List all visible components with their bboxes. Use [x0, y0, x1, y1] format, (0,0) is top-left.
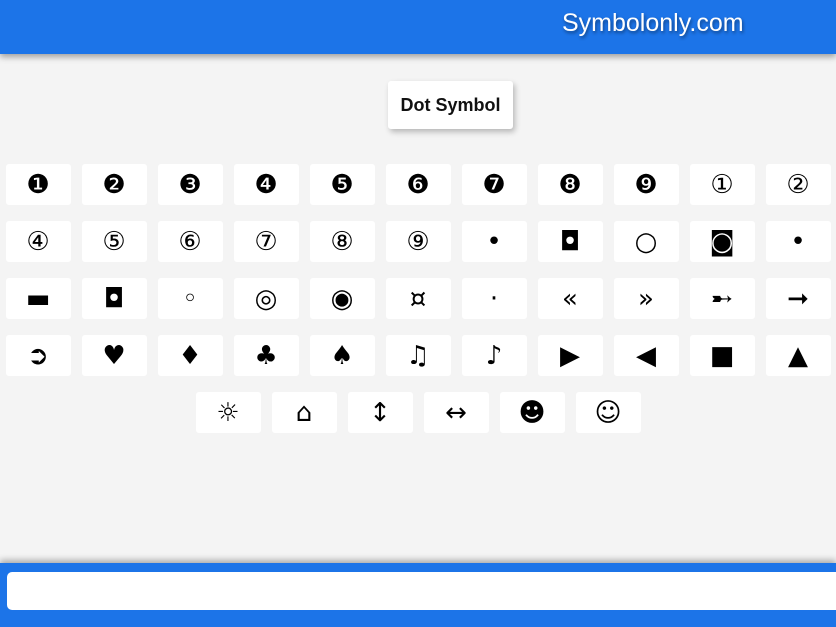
- bottom-bar: [0, 563, 836, 627]
- symbol-button[interactable]: ❾: [613, 164, 679, 205]
- symbol-button[interactable]: ○: [613, 221, 679, 262]
- copy-field-input[interactable]: [7, 572, 836, 610]
- symbol-button[interactable]: ◙: [689, 221, 755, 262]
- symbol-button[interactable]: ④: [5, 221, 71, 262]
- symbol-button[interactable]: ↔: [423, 392, 489, 433]
- symbol-button[interactable]: ⑤: [81, 221, 147, 262]
- symbol-button[interactable]: •: [765, 221, 831, 262]
- symbol-button[interactable]: ➞: [765, 278, 831, 319]
- symbol-button[interactable]: ☼: [195, 392, 261, 433]
- symbol-button[interactable]: ❷: [81, 164, 147, 205]
- symbol-button[interactable]: ♠: [309, 335, 375, 376]
- symbol-button[interactable]: ◀: [613, 335, 679, 376]
- symbol-button[interactable]: ♪: [461, 335, 527, 376]
- symbol-button[interactable]: ↕: [347, 392, 413, 433]
- page-heading-box: Dot Symbol: [388, 81, 513, 129]
- symbol-button[interactable]: ☺: [575, 392, 641, 433]
- symbol-button[interactable]: ◘: [81, 278, 147, 319]
- symbol-button[interactable]: ❺: [309, 164, 375, 205]
- symbol-button[interactable]: ☻: [499, 392, 565, 433]
- symbol-button[interactable]: ⑦: [233, 221, 299, 262]
- symbol-button[interactable]: ♦: [157, 335, 223, 376]
- symbol-button[interactable]: ▬: [5, 278, 71, 319]
- symbol-button[interactable]: ◎: [233, 278, 299, 319]
- top-bar: Symbolonly.com: [0, 0, 836, 54]
- symbol-button[interactable]: ⑨: [385, 221, 451, 262]
- symbol-button[interactable]: ■: [689, 335, 755, 376]
- symbol-button[interactable]: ❸: [157, 164, 223, 205]
- symbol-button[interactable]: ♣: [233, 335, 299, 376]
- symbol-button[interactable]: «: [537, 278, 603, 319]
- symbol-button[interactable]: ⌂: [271, 392, 337, 433]
- page-title: Dot Symbol: [400, 94, 501, 115]
- symbol-button[interactable]: ❼: [461, 164, 527, 205]
- symbol-button[interactable]: ❹: [233, 164, 299, 205]
- symbol-button[interactable]: •: [461, 221, 527, 262]
- symbol-button[interactable]: ▲: [765, 335, 831, 376]
- symbol-button[interactable]: ¤: [385, 278, 451, 319]
- symbol-button[interactable]: ▶: [537, 335, 603, 376]
- symbol-button[interactable]: ➲: [5, 335, 71, 376]
- symbol-grid: ❶ ❷ ❸ ❹ ❺ ❻ ❼ ❽ ❾ ① ② ④ ⑤ ⑥ ⑦ ⑧ ⑨ • ◘ ○ ◙ • ▬ ◘ ◦ ◎ ◉ ¤ · «» ➸ ➞ ➲ ♥ ♦ ♣ ♠ ♫ ♪…: [0, 164, 836, 433]
- symbol-button[interactable]: »: [613, 278, 679, 319]
- symbol-button[interactable]: ❽: [537, 164, 603, 205]
- symbol-button[interactable]: ·: [461, 278, 527, 319]
- site-title-link[interactable]: Symbolonly.com: [562, 8, 744, 38]
- symbol-button[interactable]: ⑥: [157, 221, 223, 262]
- symbol-button[interactable]: ⑧: [309, 221, 375, 262]
- symbol-button[interactable]: ◘: [537, 221, 603, 262]
- symbol-button[interactable]: ①: [689, 164, 755, 205]
- symbol-button[interactable]: ❶: [5, 164, 71, 205]
- symbol-button[interactable]: ◦: [157, 278, 223, 319]
- symbol-button[interactable]: ➸: [689, 278, 755, 319]
- symbol-button[interactable]: ②: [765, 164, 831, 205]
- symbol-button[interactable]: ◉: [309, 278, 375, 319]
- symbol-button[interactable]: ❻: [385, 164, 451, 205]
- symbol-button[interactable]: ♫: [385, 335, 451, 376]
- symbol-button[interactable]: ♥: [81, 335, 147, 376]
